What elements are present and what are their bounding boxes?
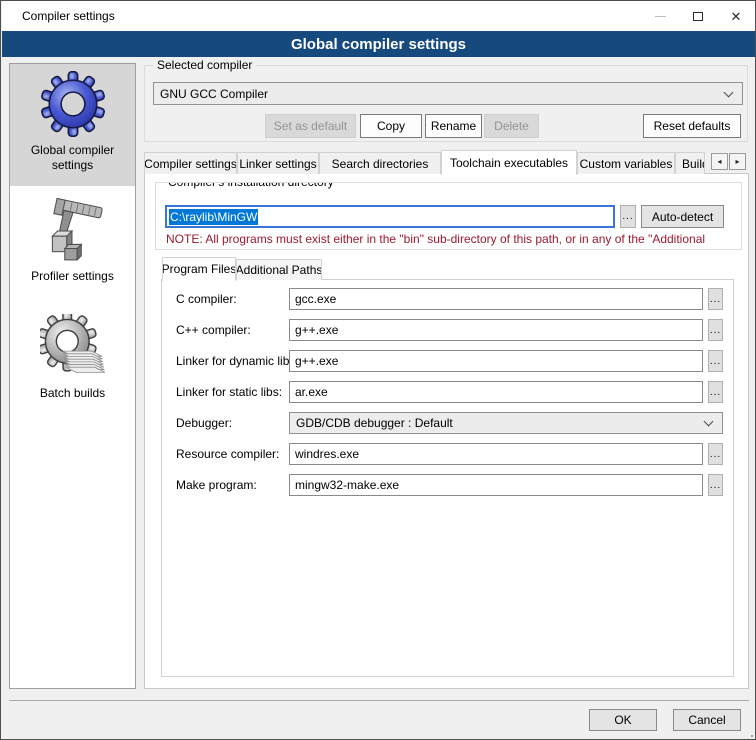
chevron-down-icon	[704, 417, 714, 427]
maximize-button[interactable]	[679, 1, 717, 31]
installation-directory-group: Compiler's installation directory C:\ray…	[155, 182, 742, 250]
tab-label: Toolchain executables	[450, 156, 568, 170]
program-tab-strip: Program Files Additional Paths	[162, 256, 322, 280]
toolchain-executables-panel: Compiler's installation directory C:\ray…	[144, 173, 749, 689]
tab-custom-variables[interactable]: Custom variables	[577, 152, 675, 174]
arrow-right-icon: ▸	[735, 157, 739, 166]
installation-dir-input[interactable]: C:\raylib\MinGW	[165, 205, 615, 228]
resource-compiler-label: Resource compiler:	[176, 447, 279, 461]
compiler-select-value: GNU GCC Compiler	[160, 87, 725, 101]
ok-button[interactable]: OK	[589, 709, 657, 731]
sidebar-label-global-compiler-settings: Global compiler settings	[24, 143, 122, 173]
tab-label: Build options	[682, 157, 705, 171]
resize-grip[interactable]	[747, 731, 749, 733]
selected-compiler-legend: Selected compiler	[153, 58, 256, 72]
installation-dir-selected-text: C:\raylib\MinGW	[169, 209, 258, 225]
tab-label: Program Files	[162, 262, 236, 276]
copy-button[interactable]: Copy	[360, 114, 422, 138]
tab-label: Linker settings	[239, 157, 316, 171]
tab-label: Additional Paths	[236, 263, 322, 277]
settings-sidebar: Global compiler settings	[9, 63, 136, 689]
cpp-compiler-label: C++ compiler:	[176, 323, 251, 337]
tab-label: Search directories	[332, 157, 429, 171]
debugger-select-value: GDB/CDB debugger : Default	[296, 416, 705, 430]
browse-directory-button[interactable]: ...	[620, 205, 636, 228]
rename-button[interactable]: Rename	[425, 114, 482, 138]
caliper-icon	[40, 197, 106, 263]
make-program-label: Make program:	[176, 478, 257, 492]
close-button[interactable]: ✕	[717, 1, 755, 31]
chevron-down-icon	[724, 87, 734, 97]
c-compiler-row: C compiler: ...	[162, 288, 733, 312]
installation-directory-legend: Compiler's installation directory	[164, 182, 338, 189]
debugger-select[interactable]: GDB/CDB debugger : Default	[289, 412, 723, 434]
minimize-button[interactable]	[641, 1, 679, 31]
arrow-left-icon: ◂	[717, 157, 721, 166]
cpp-compiler-row: C++ compiler: ...	[162, 319, 733, 343]
static-linker-label: Linker for static libs:	[176, 385, 282, 399]
cpp-compiler-input[interactable]	[289, 319, 703, 341]
dynamic-linker-browse-button[interactable]: ...	[708, 350, 723, 372]
sidebar-label-batch-builds: Batch builds	[24, 386, 122, 401]
close-icon: ✕	[731, 10, 742, 23]
tab-linker-settings[interactable]: Linker settings	[237, 152, 319, 174]
static-linker-browse-button[interactable]: ...	[708, 381, 723, 403]
reset-defaults-button[interactable]: Reset defaults	[643, 114, 741, 138]
tab-scroll-left-button[interactable]: ◂	[711, 153, 728, 170]
c-compiler-input[interactable]	[289, 288, 703, 310]
tab-label: Compiler settings	[144, 157, 237, 171]
gray-gear-stack-icon	[40, 314, 106, 380]
tab-toolchain-executables[interactable]: Toolchain executables	[441, 150, 577, 175]
make-program-row: Make program: ...	[162, 474, 733, 498]
resource-compiler-input[interactable]	[289, 443, 703, 465]
cancel-button[interactable]: Cancel	[673, 709, 741, 731]
window-title: Compiler settings	[22, 9, 115, 23]
minimize-icon	[655, 16, 666, 17]
window-controls: ✕	[641, 1, 755, 31]
tab-additional-paths[interactable]: Additional Paths	[236, 259, 322, 280]
tab-scroll-right-button[interactable]: ▸	[729, 153, 746, 170]
tab-compiler-settings[interactable]: Compiler settings	[144, 152, 237, 174]
static-linker-input[interactable]	[289, 381, 703, 403]
delete-button[interactable]: Delete	[484, 114, 539, 138]
program-files-page: C compiler: ... C++ compiler: ... Linker…	[161, 279, 734, 677]
title-bar: Compiler settings ✕	[2, 1, 755, 31]
c-compiler-label: C compiler:	[176, 292, 237, 306]
footer-divider	[9, 700, 749, 701]
selected-compiler-group: Selected compiler GNU GCC Compiler Set a…	[144, 65, 748, 142]
make-program-input[interactable]	[289, 474, 703, 496]
tab-build-options[interactable]: Build options	[675, 152, 705, 174]
compiler-select[interactable]: GNU GCC Compiler	[153, 82, 743, 105]
debugger-label: Debugger:	[176, 416, 232, 430]
blue-gear-icon	[40, 71, 106, 137]
tab-search-directories[interactable]: Search directories	[319, 152, 441, 174]
resource-compiler-browse-button[interactable]: ...	[708, 443, 723, 465]
debugger-row: Debugger: GDB/CDB debugger : Default	[162, 412, 733, 436]
bin-subdirectory-note: NOTE: All programs must exist either in …	[166, 232, 741, 246]
sidebar-item-profiler-settings[interactable]: Profiler settings	[10, 186, 135, 284]
maximize-icon	[693, 12, 703, 21]
c-compiler-browse-button[interactable]: ...	[708, 288, 723, 310]
resource-compiler-row: Resource compiler: ...	[162, 443, 733, 467]
dynamic-linker-input[interactable]	[289, 350, 703, 372]
cpp-compiler-browse-button[interactable]: ...	[708, 319, 723, 341]
tab-program-files[interactable]: Program Files	[162, 257, 236, 281]
make-program-browse-button[interactable]: ...	[708, 474, 723, 496]
sidebar-label-profiler-settings: Profiler settings	[24, 269, 122, 284]
dialog-banner: Global compiler settings	[2, 31, 755, 57]
tab-label: Custom variables	[580, 157, 673, 171]
dynamic-linker-row: Linker for dynamic libs: ...	[162, 350, 733, 374]
sidebar-item-batch-builds[interactable]: Batch builds	[10, 284, 135, 401]
dynamic-linker-label: Linker for dynamic libs:	[176, 354, 299, 368]
banner-title: Global compiler settings	[291, 36, 466, 53]
sidebar-item-global-compiler-settings[interactable]: Global compiler settings	[10, 64, 135, 186]
compiler-settings-dialog: Compiler settings ✕ Global compiler sett…	[0, 0, 756, 740]
set-as-default-button[interactable]: Set as default	[265, 114, 356, 138]
static-linker-row: Linker for static libs: ...	[162, 381, 733, 405]
auto-detect-button[interactable]: Auto-detect	[641, 205, 724, 228]
main-tab-strip: Compiler settings Linker settings Search…	[144, 149, 746, 174]
